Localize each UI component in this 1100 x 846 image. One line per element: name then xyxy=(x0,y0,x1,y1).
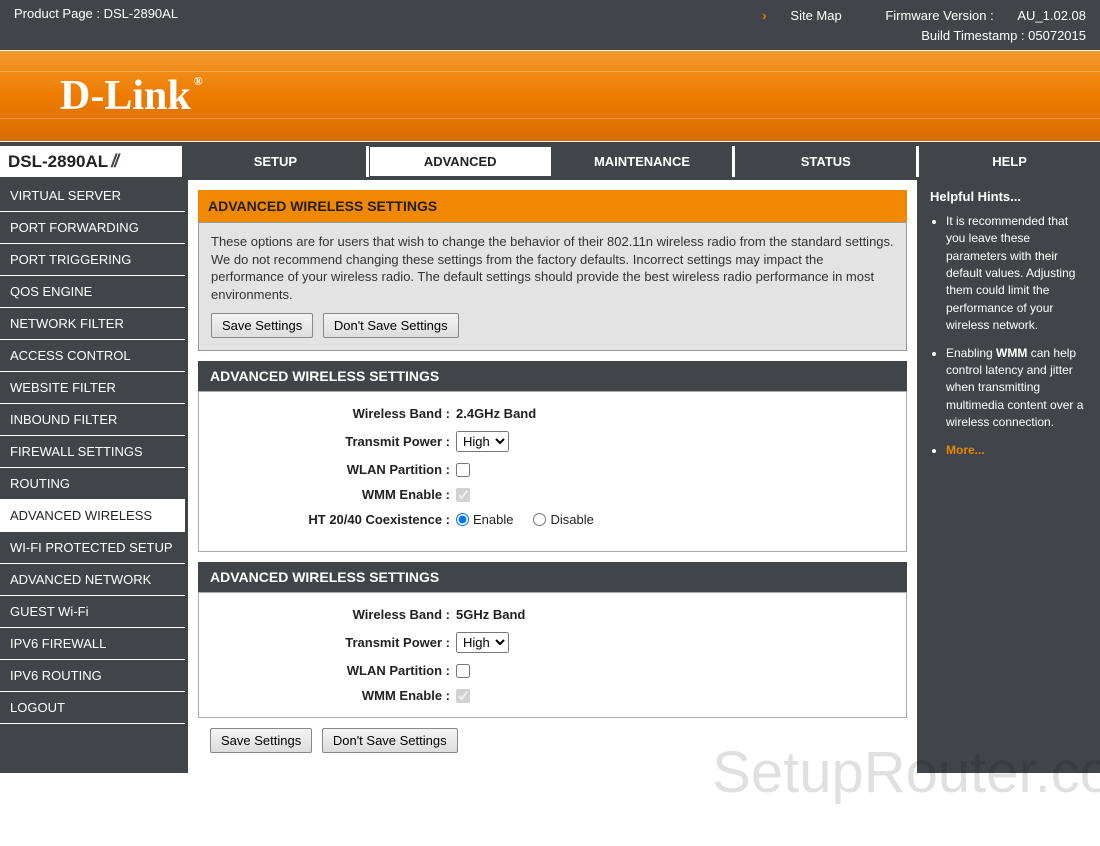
brand-banner: D-Link® xyxy=(0,50,1100,142)
label-wmm-5: WMM Enable : xyxy=(211,688,456,703)
label-power-24: Transmit Power : xyxy=(211,434,456,449)
label-band-5: Wireless Band : xyxy=(211,607,456,622)
wlan-partition-24-checkbox[interactable] xyxy=(456,463,470,477)
product-page-label: Product Page : xyxy=(14,6,104,21)
sidebar-item-port-triggering[interactable]: PORT TRIGGERING xyxy=(0,244,185,276)
sidebar-item-guest-wifi[interactable]: GUEST Wi-Fi xyxy=(0,596,185,628)
help-more-link[interactable]: More... xyxy=(946,443,985,457)
help-hint-1: It is recommended that you leave these p… xyxy=(946,213,1090,335)
tab-setup[interactable]: SETUP xyxy=(185,146,369,177)
sidebar-item-virtual-server[interactable]: VIRTUAL SERVER xyxy=(0,180,185,212)
transmit-power-5-select[interactable]: High xyxy=(456,632,509,653)
sidebar-item-access-control[interactable]: ACCESS CONTROL xyxy=(0,340,185,372)
value-band-5: 5GHz Band xyxy=(456,607,525,622)
sidebar-item-ipv6-firewall[interactable]: IPV6 FIREWALL xyxy=(0,628,185,660)
tab-advanced[interactable]: ADVANCED xyxy=(369,146,552,177)
section-header-5: ADVANCED WIRELESS SETTINGS xyxy=(198,562,907,592)
sidebar-item-network-filter[interactable]: NETWORK FILTER xyxy=(0,308,185,340)
model-label: DSL-2890AL// xyxy=(0,146,185,177)
help-hint-2: Enabling WMM can help control latency an… xyxy=(946,345,1090,432)
top-bar: Product Page : DSL-2890AL ›Site Map Firm… xyxy=(0,0,1100,50)
save-settings-button[interactable]: Save Settings xyxy=(211,313,313,338)
sidebar-item-qos-engine[interactable]: QOS ENGINE xyxy=(0,276,185,308)
product-page: Product Page : DSL-2890AL xyxy=(14,6,178,44)
transmit-power-24-select[interactable]: High xyxy=(456,431,509,452)
ht-disable-label[interactable]: Disable xyxy=(533,512,593,527)
dont-save-settings-button[interactable]: Don't Save Settings xyxy=(323,313,459,338)
sidebar: VIRTUAL SERVER PORT FORWARDING PORT TRIG… xyxy=(0,180,185,773)
value-band-24: 2.4GHz Band xyxy=(456,406,536,421)
page-title: ADVANCED WIRELESS SETTINGS xyxy=(198,190,907,222)
section-body-5: Wireless Band : 5GHz Band Transmit Power… xyxy=(198,592,907,718)
sidebar-item-inbound-filter[interactable]: INBOUND FILTER xyxy=(0,404,185,436)
help-sidebar: Helpful Hints... It is recommended that … xyxy=(920,180,1100,773)
label-wlan-5: WLAN Partition : xyxy=(211,663,456,678)
label-wlan-24: WLAN Partition : xyxy=(211,462,456,477)
intro-box: These options are for users that wish to… xyxy=(198,222,907,351)
sidebar-item-routing[interactable]: ROUTING xyxy=(0,468,185,500)
label-ht-24: HT 20/40 Coexistence : xyxy=(211,512,456,527)
tab-status[interactable]: STATUS xyxy=(735,146,919,177)
main-nav: DSL-2890AL// SETUP ADVANCED MAINTENANCE … xyxy=(0,142,1100,180)
sidebar-item-ipv6-routing[interactable]: IPV6 ROUTING xyxy=(0,660,185,692)
label-wmm-24: WMM Enable : xyxy=(211,487,456,502)
build-timestamp: Build Timestamp : 05072015 xyxy=(742,26,1086,46)
dlink-logo: D-Link® xyxy=(60,72,191,120)
label-power-5: Transmit Power : xyxy=(211,635,456,650)
ht-enable-radio[interactable] xyxy=(456,513,469,526)
ht-enable-label[interactable]: Enable xyxy=(456,512,513,527)
sidebar-item-advanced-wireless[interactable]: ADVANCED WIRELESS xyxy=(0,500,185,532)
wmm-enable-5-checkbox[interactable] xyxy=(456,689,470,703)
wlan-partition-5-checkbox[interactable] xyxy=(456,664,470,678)
help-header: Helpful Hints... xyxy=(930,188,1090,207)
tab-help[interactable]: HELP xyxy=(919,146,1100,177)
firmware-version: Firmware Version : AU_1.02.08 xyxy=(865,8,1086,23)
sidebar-item-wifi-protected-setup[interactable]: WI-FI PROTECTED SETUP xyxy=(0,532,185,564)
label-band-24: Wireless Band : xyxy=(211,406,456,421)
main-content: ADVANCED WIRELESS SETTINGS These options… xyxy=(185,180,920,773)
sidebar-item-website-filter[interactable]: WEBSITE FILTER xyxy=(0,372,185,404)
arrow-icon: › xyxy=(762,8,766,23)
topbar-right: ›Site Map Firmware Version : AU_1.02.08 … xyxy=(742,6,1086,44)
save-settings-button-footer[interactable]: Save Settings xyxy=(210,728,312,753)
site-map-link[interactable]: ›Site Map xyxy=(742,8,842,23)
intro-text: These options are for users that wish to… xyxy=(211,233,894,303)
sidebar-item-logout[interactable]: LOGOUT xyxy=(0,692,185,724)
wmm-enable-24-checkbox[interactable] xyxy=(456,488,470,502)
sidebar-item-advanced-network[interactable]: ADVANCED NETWORK xyxy=(0,564,185,596)
section-body-24: Wireless Band : 2.4GHz Band Transmit Pow… xyxy=(198,391,907,552)
dont-save-settings-button-footer[interactable]: Don't Save Settings xyxy=(322,728,458,753)
ht-disable-radio[interactable] xyxy=(533,513,546,526)
footer-buttons: Save Settings Don't Save Settings xyxy=(198,718,907,763)
product-page-value: DSL-2890AL xyxy=(104,6,178,21)
sidebar-item-firewall-settings[interactable]: FIREWALL SETTINGS xyxy=(0,436,185,468)
sidebar-item-port-forwarding[interactable]: PORT FORWARDING xyxy=(0,212,185,244)
section-header-24: ADVANCED WIRELESS SETTINGS xyxy=(198,361,907,391)
tab-maintenance[interactable]: MAINTENANCE xyxy=(552,146,736,177)
